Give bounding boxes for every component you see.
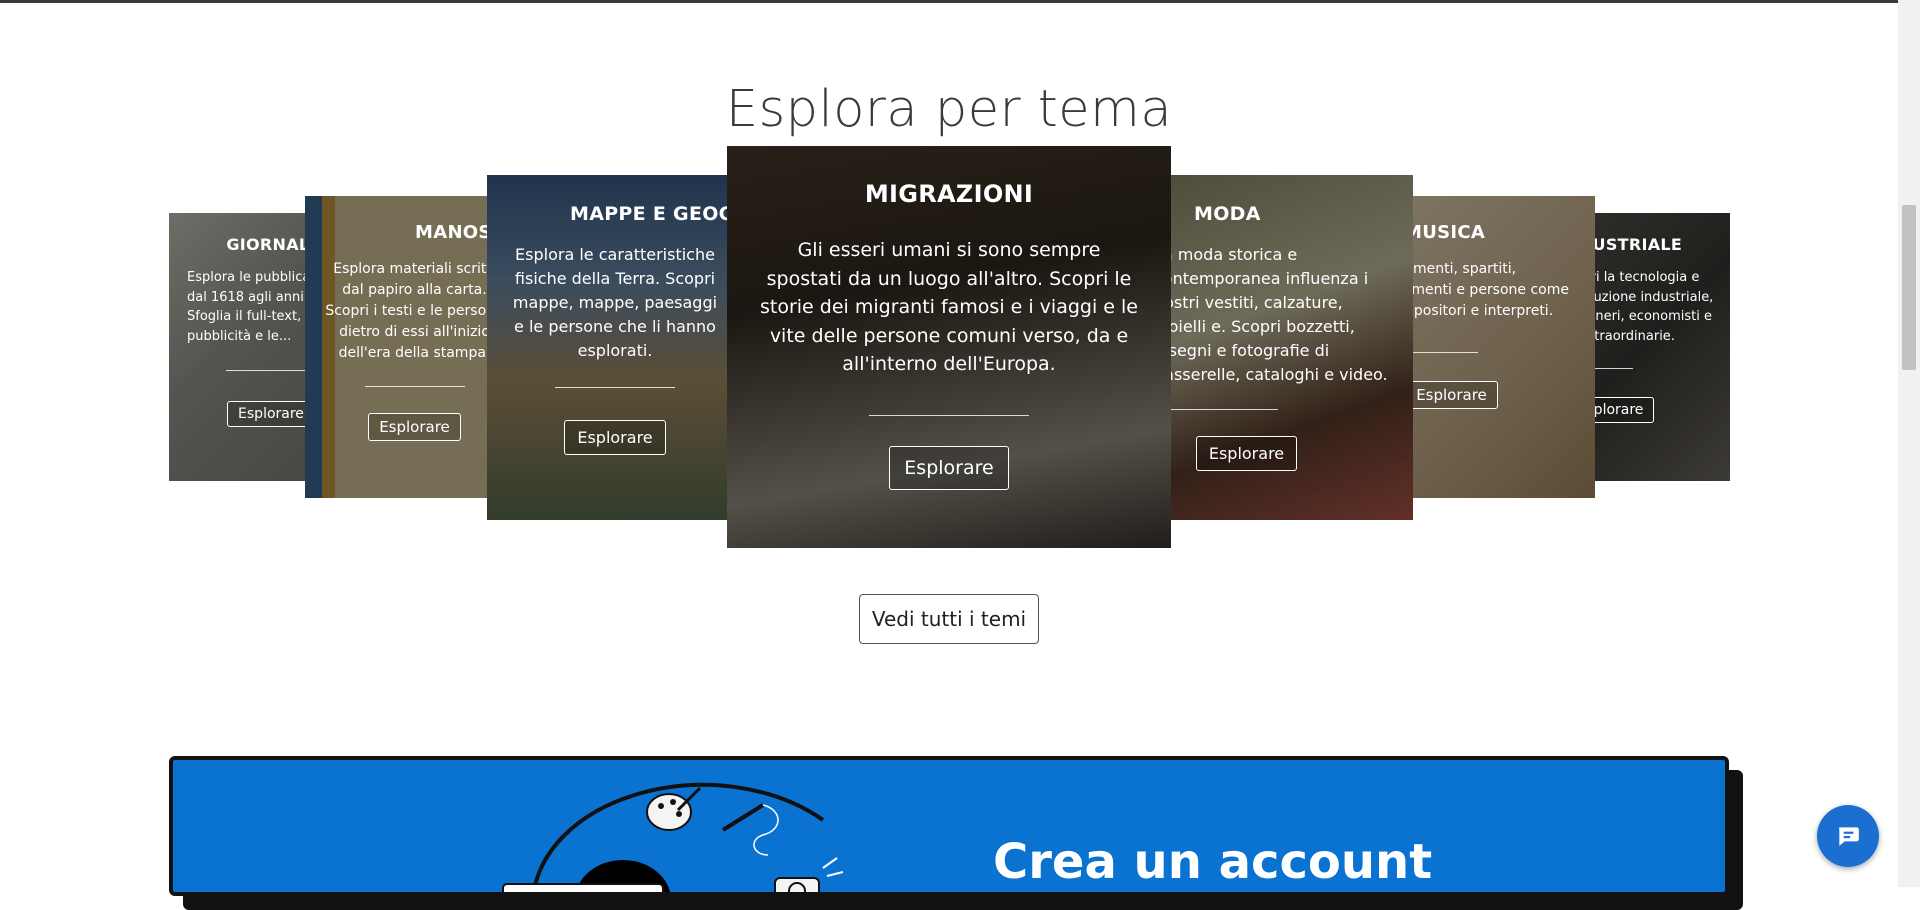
card-title: MUSICA [1404, 222, 1486, 243]
chat-bubble-icon [1839, 827, 1859, 846]
card-title: MIGRAZIONI [864, 180, 1034, 208]
theme-card-migrazioni[interactable]: MIGRAZIONI Gli esseri umani si sono semp… [727, 146, 1171, 548]
needle-icon [721, 803, 779, 856]
card-divider [1158, 409, 1278, 410]
card-divider [364, 386, 465, 387]
scrollbar-thumb[interactable] [1902, 205, 1916, 370]
camera-icon [774, 857, 844, 892]
card-divider [555, 387, 675, 388]
card-description: Strumenti, spartiti, strumenti e persone… [1384, 261, 1569, 319]
signup-title: Crea un account [993, 834, 1433, 890]
card-description: Gli esseri umani si sono sempre spostati… [759, 239, 1138, 375]
explore-button[interactable]: Esplorare [368, 413, 461, 441]
theme-card-moda[interactable]: MODA La moda storica e contemporanea inf… [1150, 175, 1413, 520]
card-title: MANOSCRITTI [415, 222, 520, 243]
theme-card-mappe[interactable]: MAPPE E GEOGRAFIA Esplora le caratterist… [487, 175, 735, 520]
card-divider [226, 370, 316, 371]
banner-illustration [502, 782, 844, 892]
card-description: Esplora materiali scritti dal papiro all… [325, 261, 504, 361]
card-description: Esplora le caratteristiche fisiche della… [512, 245, 718, 360]
card-title: MODA [1194, 203, 1261, 225]
explore-button[interactable]: Esplorare [1405, 381, 1498, 409]
explore-button[interactable]: Esplorare [227, 401, 315, 427]
card-divider [869, 414, 1029, 416]
explore-button[interactable]: Esplorare [1195, 436, 1298, 471]
chat-button[interactable] [1817, 805, 1879, 867]
view-all-themes-button[interactable]: Vedi tutti i temi [859, 594, 1039, 644]
palette-icon [646, 786, 702, 831]
theme-carousel: GIORNALI Esplora le pubblicazioni dal 16… [0, 0, 1898, 600]
scrollbar[interactable] [1898, 0, 1920, 887]
card-title: MAPPE E GEOGRAFIA [570, 203, 735, 225]
explore-button[interactable]: Esplorare [564, 420, 666, 455]
card-description: La moda storica e contemporanea influenz… [1154, 245, 1388, 384]
signup-banner: Crea un account [169, 756, 1729, 896]
explore-button[interactable]: Esplorare [889, 445, 1009, 490]
